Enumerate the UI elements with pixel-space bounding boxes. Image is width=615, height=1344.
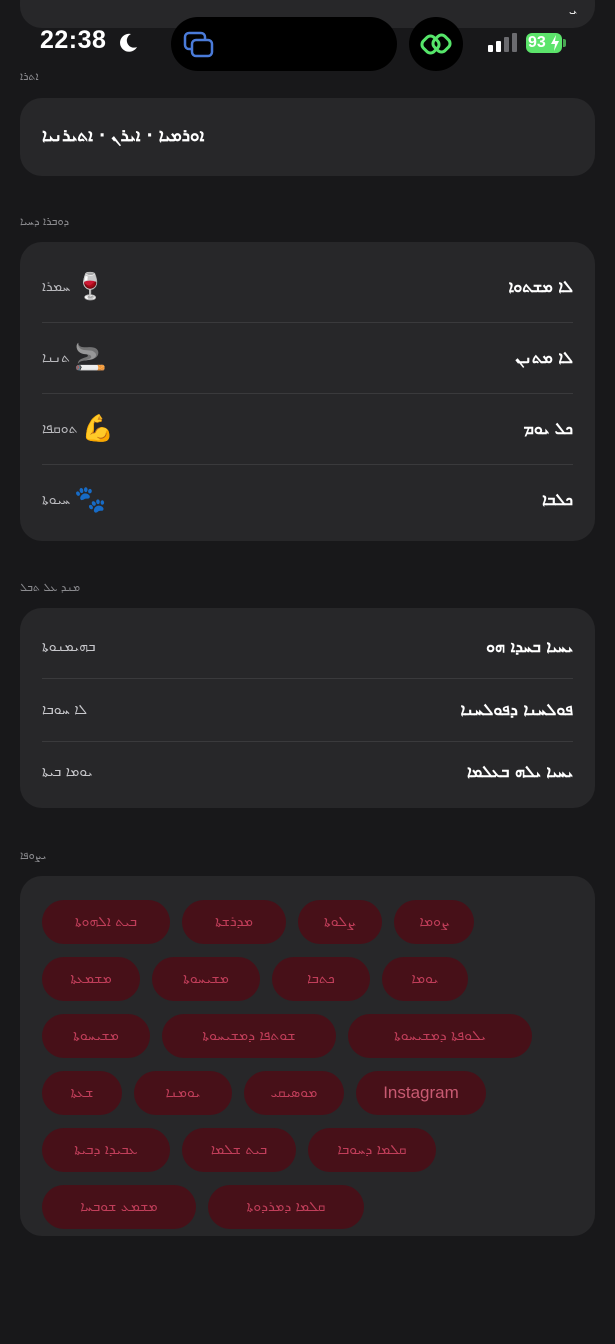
lifestyle-row-pets[interactable]: ܚܝܘܬܐ 🐾 ܟܠܒܐ <box>42 465 573 535</box>
interest-chip[interactable]: ܡܫܝܚܘܬܐ <box>152 957 260 1001</box>
values-value: ܝܘܡܐ ܒܝܬܐ <box>42 764 93 780</box>
lifestyle-row-workout[interactable]: ܬܘܩܦܐ 💪 ܟܠ ܝܘܡ <box>42 394 573 465</box>
battery-level: 93 <box>528 34 546 51</box>
previous-card-text: ܝ <box>568 2 577 18</box>
signal-icon <box>488 33 517 52</box>
chip-row: ܡܫܡܥ ܫܘܒܚܐ ܩܠܡܐ ܕܡܪܕܘܬܐ <box>42 1185 582 1229</box>
lifestyle-value-text: ܬܘܩܦܐ <box>42 421 78 437</box>
values-row[interactable]: ܒܗܝܡܢܘܬܐ ܝܚܝܐ ܒܚܕܐ ܗܘ <box>42 616 573 679</box>
flexed-biceps-icon: 💪 <box>81 414 114 444</box>
profile-page: ܝ 22:38 93 ܐܬܪܐ ܐܘܪܡܝܐ · ܐܝܪܢ · ܐܬܝܪܢܝܐ … <box>0 0 615 1344</box>
lifestyle-value-text: ܚܝܘܬܐ <box>42 492 71 508</box>
location-card[interactable]: ܐܘܪܡܝܐ · ܐܝܪܢ · ܐܬܝܪܢܝܐ <box>20 98 595 176</box>
lifestyle-header: ܕܘܒܪܐ ܕܚܝܐ <box>20 215 70 228</box>
battery-indicator: 93 <box>526 33 562 53</box>
lifestyle-value: ܚܝܘܬܐ 🐾 <box>42 487 107 513</box>
lifestyle-value: ܬܢܢܐ 🚬 <box>42 345 106 371</box>
interest-chip[interactable]: Instagram <box>356 1071 486 1115</box>
lifestyle-label: ܠܐ ܡܫܬܘܐ <box>508 277 573 296</box>
interest-chip[interactable]: ܫܘܬܦܐ ܕܡܫܝܚܘܬܐ <box>162 1014 336 1058</box>
charging-bolt-icon <box>551 35 559 51</box>
lifestyle-value-text: ܚܡܪܐ <box>42 279 71 295</box>
interest-chip[interactable]: ܥܒܝܕܐ ܕܒܝܬܐ <box>42 1128 170 1172</box>
interest-chip[interactable]: ܟܬܒܐ <box>272 957 370 1001</box>
interest-chip[interactable]: ܨܠܘܬܐ <box>298 900 382 944</box>
lifestyle-row-drinking[interactable]: ܚܡܪܐ 🍷 ܠܐ ܡܫܬܘܐ <box>42 252 573 323</box>
battery-cap <box>563 39 566 47</box>
chip-row: ܒܝܬ ܐܠܗܘܬܐ ܡܕܪܫܬܐ ܨܠܘܬܐ ܨܘܡܐ <box>42 900 582 944</box>
interest-chip[interactable]: ܒܝܬ ܫܠܡܐ <box>182 1128 296 1172</box>
values-label: ܦܘܠܚܢܐ ܕܦܘܠܚܢܐ <box>460 700 573 719</box>
location-header: ܐܬܪܐ <box>20 70 39 83</box>
lifestyle-label: ܟܠܒܐ <box>542 490 573 509</box>
interest-chip[interactable]: ܩܠܡܐ ܕܚܘܒܐ <box>308 1128 436 1172</box>
lifestyle-value-text: ܬܢܢܐ <box>42 350 71 366</box>
cigarette-icon: 🚬 <box>74 343 107 373</box>
chip-row: ܡܫܡܥܬܐ ܡܫܝܚܘܬܐ ܟܬܒܐ ܝܘܡܐ <box>42 957 582 1001</box>
interest-chip[interactable]: ܨܘܡܐ <box>394 900 474 944</box>
values-row[interactable]: ܝܘܡܐ ܒܝܬܐ ܝܚܝܐ ܝܠܗ ܒܥܠܡܐ <box>42 741 573 803</box>
interest-chip[interactable]: ܝܘܡܢܐ <box>134 1071 232 1115</box>
interest-chip[interactable]: ܡܫܡܥ ܫܘܒܚܐ <box>42 1185 196 1229</box>
interest-chip[interactable]: ܩܠܡܐ ܕܡܪܕܘܬܐ <box>208 1185 364 1229</box>
values-label: ܝܚܝܐ ܝܠܗ ܒܥܠܡܐ <box>466 762 573 781</box>
values-header: ܡܢܕ ܥܠ ܬܒܠ <box>20 581 81 594</box>
lifestyle-value: ܬܘܩܦܐ 💪 <box>42 416 114 442</box>
interest-chip[interactable]: ܡܘܣܝܩܝ <box>244 1071 344 1115</box>
location-value: ܐܘܪܡܝܐ · ܐܝܪܢ · ܐܬܝܪܢܝܐ <box>42 126 205 146</box>
interest-chip[interactable]: ܫܥܬܐ <box>42 1071 122 1115</box>
lifestyle-card: ܚܡܪܐ 🍷 ܠܐ ܡܫܬܘܐ ܬܢܢܐ 🚬 ܠܐ ܡܬܢܢ ܬܘܩܦܐ 💪 ܟ… <box>20 242 595 541</box>
values-card: ܒܗܝܡܢܘܬܐ ܝܚܝܐ ܒܚܕܐ ܗܘ ܠܐ ܚܘܒܐ ܦܘܠܚܢܐ ܕܦܘ… <box>20 608 595 808</box>
interest-chip[interactable]: ܝܘܡܐ <box>382 957 468 1001</box>
chip-row: ܥܒܝܕܐ ܕܒܝܬܐ ܒܝܬ ܫܠܡܐ ܩܠܡܐ ܕܚܘܒܐ <box>42 1128 582 1172</box>
status-time: 22:38 <box>40 26 107 54</box>
lifestyle-row-smoking[interactable]: ܬܢܢܐ 🚬 ܠܐ ܡܬܢܢ <box>42 323 573 394</box>
values-value: ܠܐ ܚܘܒܐ <box>42 702 88 718</box>
interest-chip[interactable]: ܡܕܪܫܬܐ <box>182 900 286 944</box>
wine-glass-icon: 🍷 <box>74 272 107 302</box>
paw-prints-icon: 🐾 <box>74 485 107 515</box>
linked-rings-icon <box>420 33 452 55</box>
lifestyle-label: ܟܠ ܝܘܡ <box>523 419 573 438</box>
interest-chip[interactable]: ܝܠܘܦܬܐ ܕܡܫܝܚܘܬܐ <box>348 1014 532 1058</box>
lifestyle-label: ܠܐ ܡܬܢܢ <box>515 348 573 367</box>
interest-chip[interactable]: ܡܫܡܥܬܐ <box>42 957 140 1001</box>
lifestyle-value: ܚܡܪܐ 🍷 <box>42 274 107 300</box>
interests-header: ܝܨܘܦܐ <box>20 849 47 862</box>
chip-row: ܫܥܬܐ ܝܘܡܢܐ ܡܘܣܝܩܝ Instagram <box>42 1071 582 1115</box>
moon-icon <box>120 33 137 52</box>
values-label: ܝܚܝܐ ܒܚܕܐ ܗܘ <box>486 637 573 656</box>
linked-rings-bubble[interactable] <box>409 17 463 71</box>
interest-chip[interactable]: ܒܝܬ ܐܠܗܘܬܐ <box>42 900 170 944</box>
values-value: ܒܗܝܡܢܘܬܐ <box>42 639 96 655</box>
values-row[interactable]: ܠܐ ܚܘܒܐ ܦܘܠܚܢܐ ܕܦܘܠܚܢܐ <box>42 679 573 742</box>
copy-windows-icon <box>183 31 214 58</box>
interest-chip[interactable]: ܡܫܝܚܘܬܐ <box>42 1014 150 1058</box>
interests-card: ܒܝܬ ܐܠܗܘܬܐ ܡܕܪܫܬܐ ܨܠܘܬܐ ܨܘܡܐ ܡܫܡܥܬܐ ܡܫܝܚ… <box>20 876 595 1236</box>
dynamic-island[interactable] <box>171 17 397 71</box>
chip-row: ܡܫܝܚܘܬܐ ܫܘܬܦܐ ܕܡܫܝܚܘܬܐ ܝܠܘܦܬܐ ܕܡܫܝܚܘܬܐ <box>42 1014 582 1058</box>
interest-chips: ܒܝܬ ܐܠܗܘܬܐ ܡܕܪܫܬܐ ܨܠܘܬܐ ܨܘܡܐ ܡܫܡܥܬܐ ܡܫܝܚ… <box>42 900 582 1242</box>
